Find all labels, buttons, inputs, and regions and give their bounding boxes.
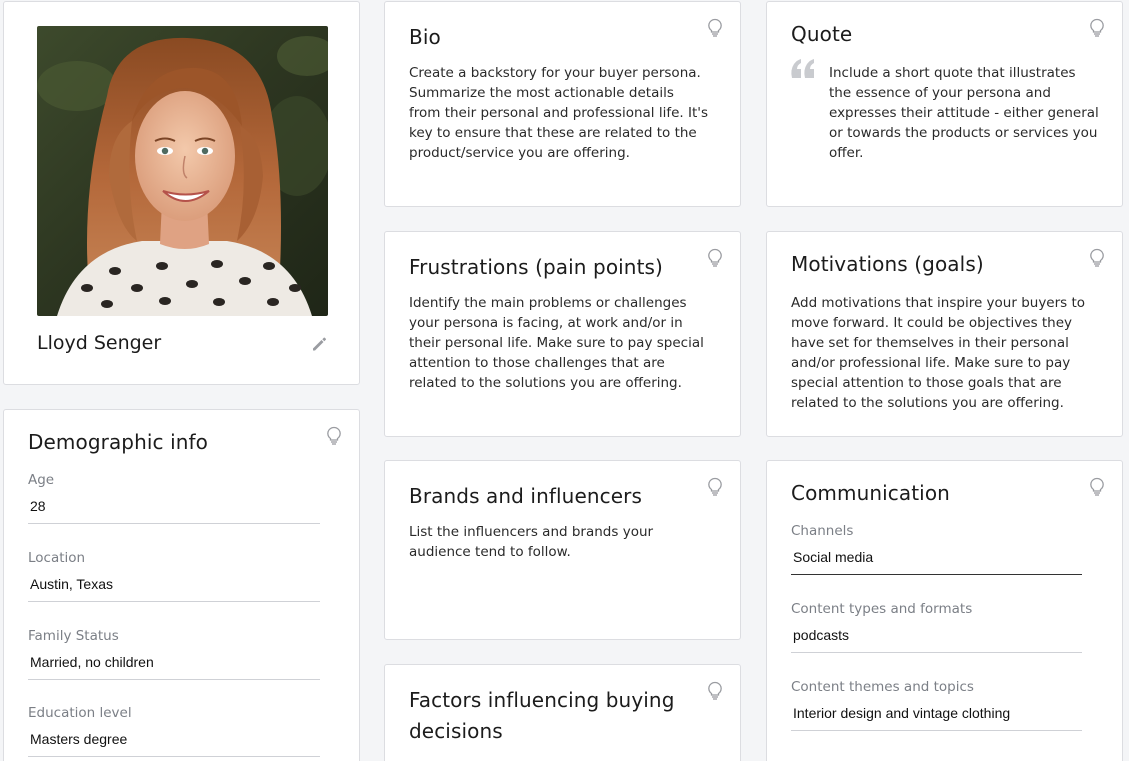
motivations-text[interactable]: Add motivations that inspire your buyers… <box>791 293 1096 413</box>
communication-title: Communication <box>791 481 950 505</box>
lightbulb-icon[interactable] <box>706 18 724 38</box>
quote-title: Quote <box>791 22 853 46</box>
brands-title: Brands and influencers <box>409 484 642 508</box>
lightbulb-icon[interactable] <box>706 477 724 497</box>
persona-name[interactable]: Lloyd Senger <box>37 332 161 354</box>
quote-text[interactable]: Include a short quote that illustrates t… <box>829 63 1099 163</box>
lightbulb-icon[interactable] <box>706 681 724 701</box>
motivations-card: Motivations (goals) Add motivations that… <box>766 231 1123 437</box>
family-status-field: Family Status Married, no children <box>28 628 320 680</box>
frustrations-title: Frustrations (pain points) <box>409 255 663 279</box>
content-themes-label: Content themes and topics <box>791 679 974 695</box>
motivations-title: Motivations (goals) <box>791 252 984 276</box>
bio-title: Bio <box>409 25 441 49</box>
channels-input[interactable]: Social media <box>791 549 1082 575</box>
bio-text[interactable]: Create a backstory for your buyer person… <box>409 63 709 163</box>
pencil-icon[interactable] <box>310 335 328 353</box>
family-status-label: Family Status <box>28 628 119 644</box>
brands-card: Brands and influencers List the influenc… <box>384 460 741 640</box>
bio-card: Bio Create a backstory for your buyer pe… <box>384 1 741 207</box>
persona-photo[interactable] <box>37 26 328 316</box>
factors-title: Factors influencing buying decisions <box>409 688 675 743</box>
quote-card: Quote Include a short quote that illustr… <box>766 1 1123 207</box>
content-types-label: Content types and formats <box>791 601 973 617</box>
age-label: Age <box>28 472 55 488</box>
quotation-mark-icon <box>789 54 817 84</box>
location-input[interactable]: Austin, Texas <box>28 576 320 602</box>
profile-card: Lloyd Senger <box>3 1 360 385</box>
lightbulb-icon[interactable] <box>706 248 724 268</box>
education-level-label: Education level <box>28 705 132 721</box>
location-label: Location <box>28 550 86 566</box>
age-field: Age 28 <box>28 472 320 524</box>
channels-label: Channels <box>791 523 854 539</box>
demographic-title: Demographic info <box>28 430 208 454</box>
content-themes-input[interactable]: Interior design and vintage clothing <box>791 705 1082 731</box>
content-types-input[interactable]: podcasts <box>791 627 1082 653</box>
location-field: Location Austin, Texas <box>28 550 320 602</box>
family-status-input[interactable]: Married, no children <box>28 654 320 680</box>
communication-card: Communication Channels Social media Cont… <box>766 460 1123 761</box>
content-themes-field: Content themes and topics Interior desig… <box>791 679 1082 731</box>
age-input[interactable]: 28 <box>28 498 320 524</box>
demographic-card: Demographic info Age 28 Location Austin,… <box>3 409 360 761</box>
lightbulb-icon[interactable] <box>1088 477 1106 497</box>
lightbulb-icon[interactable] <box>1088 18 1106 38</box>
frustrations-text[interactable]: Identify the main problems or challenges… <box>409 293 709 393</box>
lightbulb-icon[interactable] <box>1088 248 1106 268</box>
lightbulb-icon[interactable] <box>325 426 343 446</box>
factors-card: Factors influencing buying decisions <box>384 664 741 761</box>
education-level-field: Education level Masters degree <box>28 705 320 757</box>
content-types-field: Content types and formats podcasts <box>791 601 1082 653</box>
channels-field: Channels Social media <box>791 523 1082 575</box>
brands-text[interactable]: List the influencers and brands your aud… <box>409 522 709 562</box>
frustrations-card: Frustrations (pain points) Identify the … <box>384 231 741 437</box>
education-level-input[interactable]: Masters degree <box>28 731 320 757</box>
